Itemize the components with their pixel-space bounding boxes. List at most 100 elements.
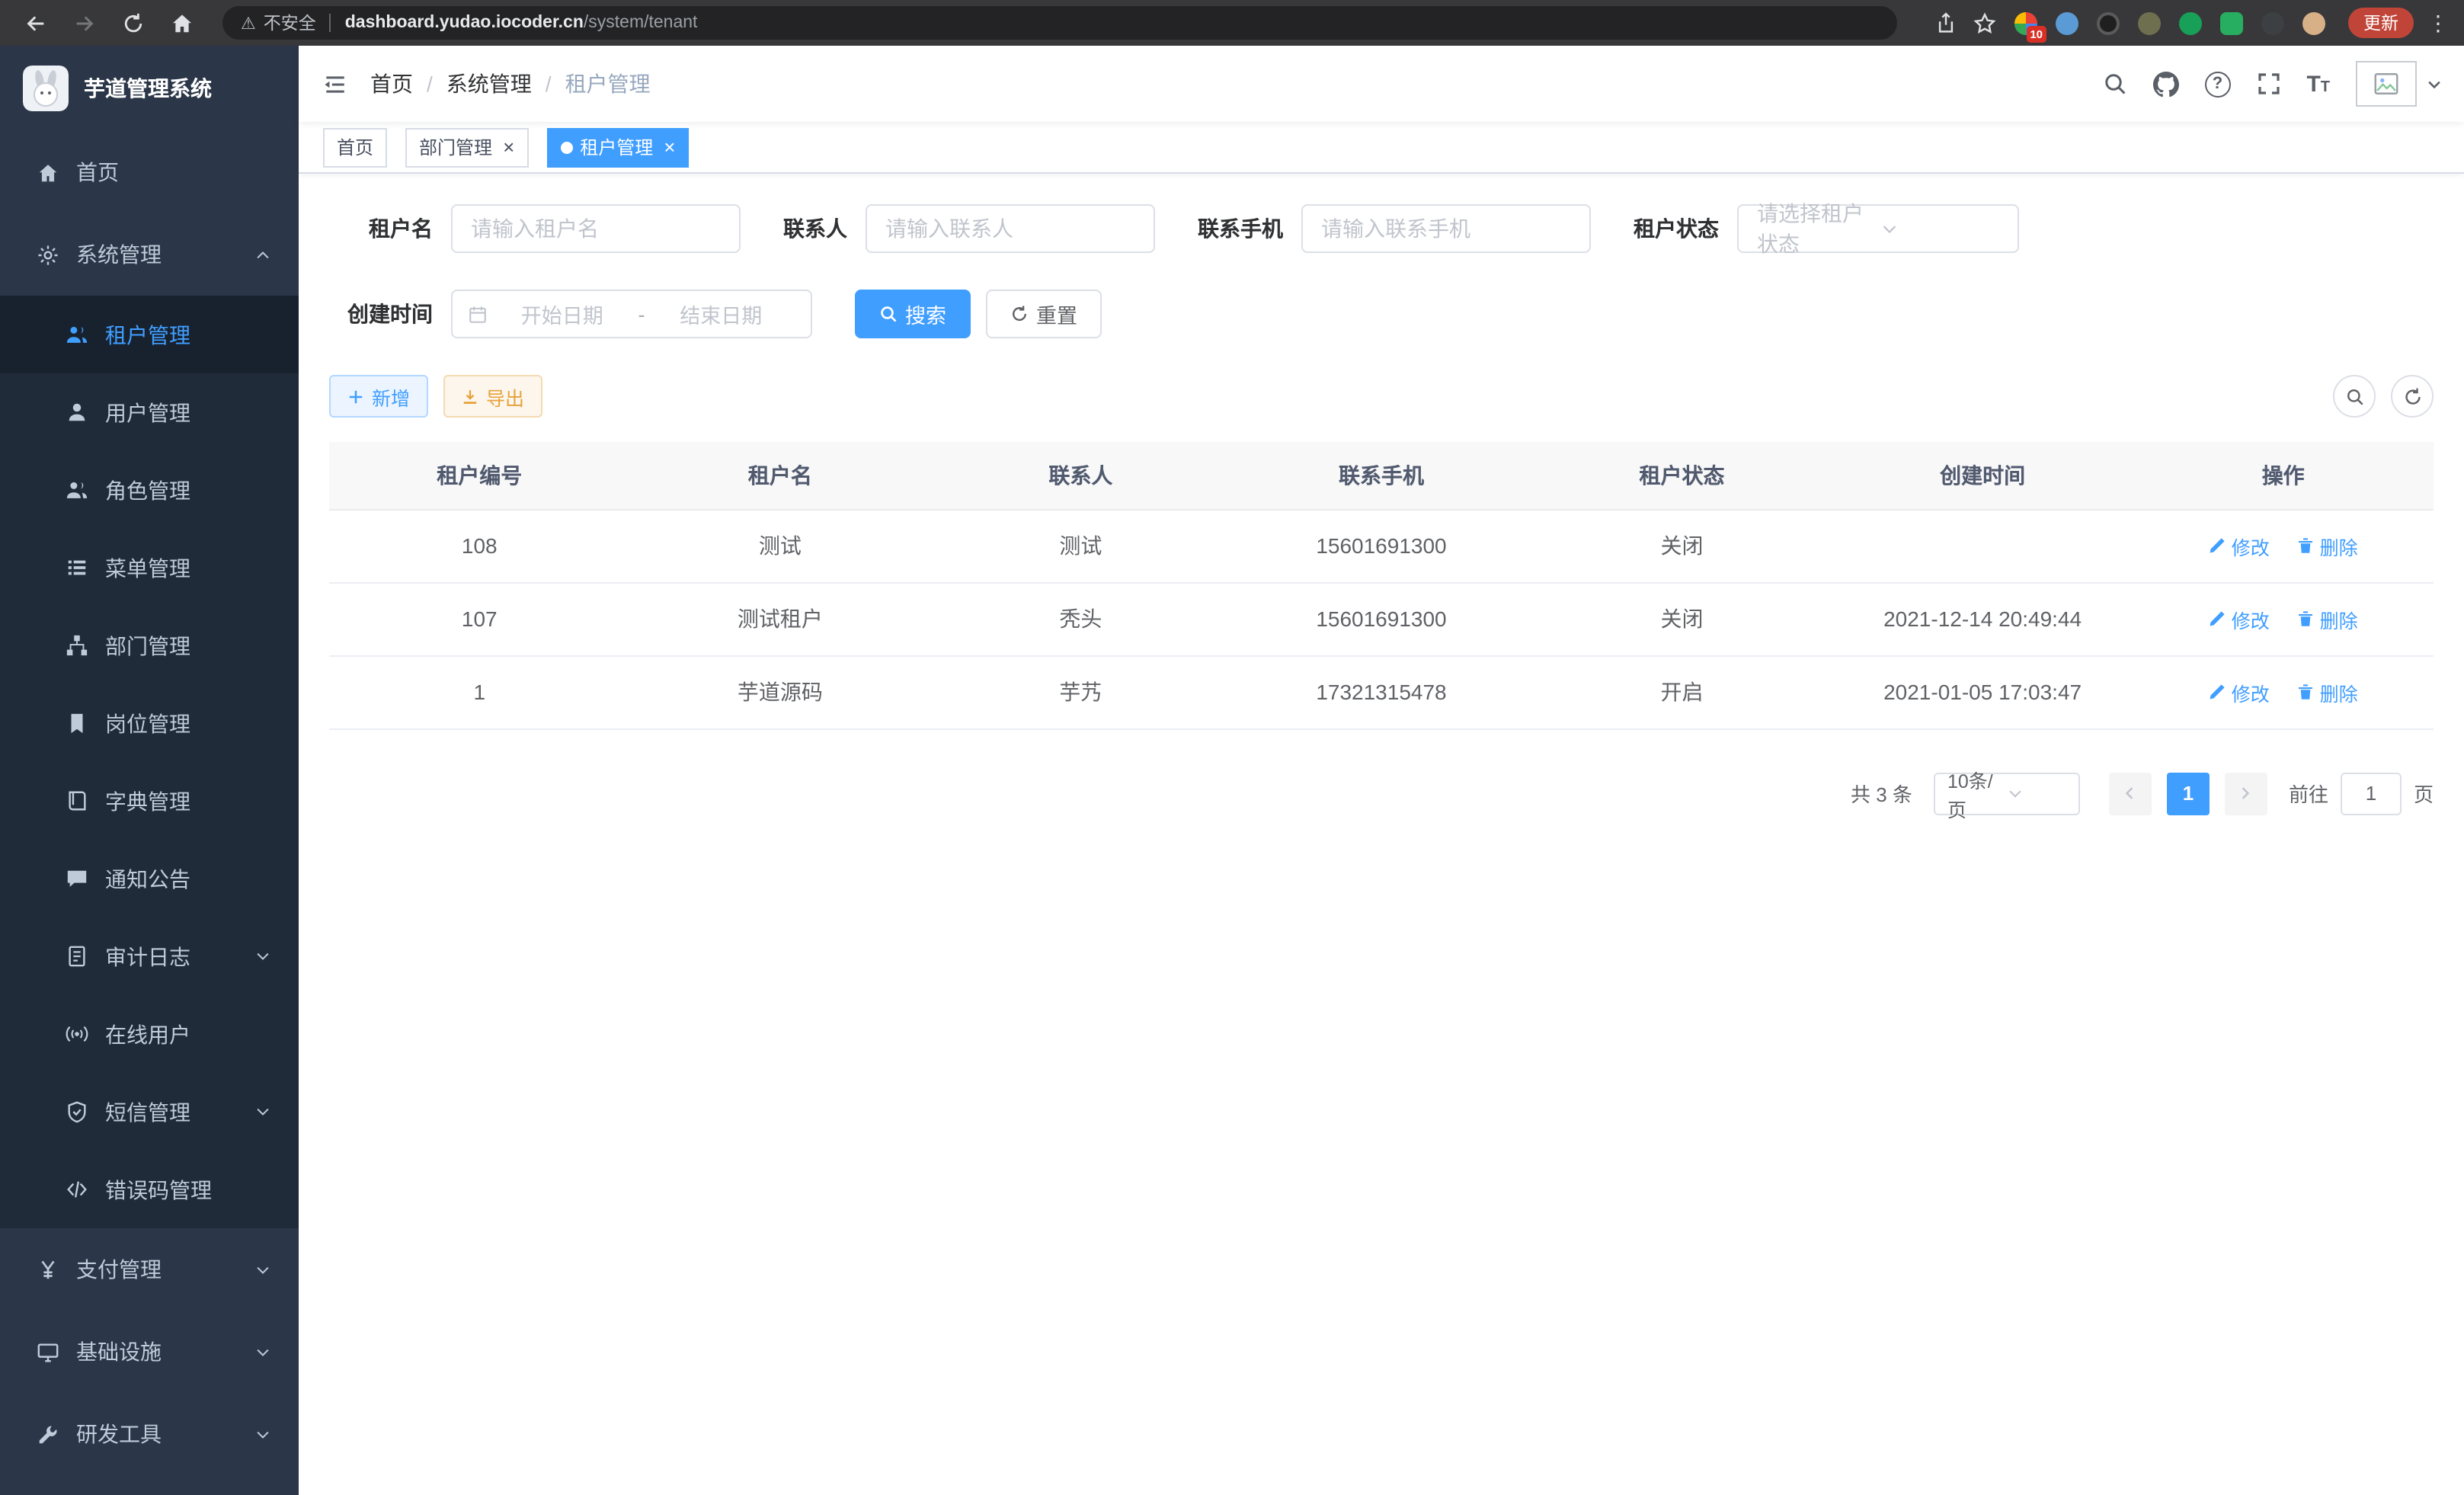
next-page-button[interactable] xyxy=(2225,772,2267,815)
sidebar-item-home[interactable]: 首页 xyxy=(0,131,299,213)
cell-status: 开启 xyxy=(1531,655,1832,728)
sidebar-item-sms[interactable]: 短信管理 xyxy=(0,1073,299,1151)
prev-page-button[interactable] xyxy=(2109,772,2152,815)
url-domain: dashboard.yudao.iocoder.cn xyxy=(345,14,584,32)
cell-tenant-id: 1 xyxy=(329,655,630,728)
extension-icon-2[interactable] xyxy=(2056,11,2078,34)
tag-home[interactable]: 首页 xyxy=(323,127,387,167)
page-size-select[interactable]: 10条/页 xyxy=(1934,772,2080,815)
browser-update-button[interactable]: 更新 xyxy=(2348,8,2414,38)
pagination: 共 3 条 10条/页 1 前往 页 xyxy=(329,772,2434,815)
sidebar-item-menu[interactable]: 菜单管理 xyxy=(0,529,299,607)
sidebar-item-label: 在线用户 xyxy=(105,1019,190,1049)
breadcrumb-separator: / xyxy=(546,72,552,96)
sidebar-item-post[interactable]: 岗位管理 xyxy=(0,684,299,762)
extension-icon-5[interactable] xyxy=(2179,11,2202,34)
sidebar-item-label: 角色管理 xyxy=(105,475,190,505)
sidebar-submenu-devtools[interactable]: 研发工具 xyxy=(0,1393,299,1475)
security-label: 不安全 xyxy=(264,11,316,35)
browser-forward-icon[interactable] xyxy=(64,3,104,43)
sidebar-item-user[interactable]: 用户管理 xyxy=(0,373,299,451)
sidebar-item-label: 租户管理 xyxy=(105,319,190,350)
tag-tenant[interactable]: 租户管理 × xyxy=(546,127,689,167)
address-divider xyxy=(330,14,331,32)
navbar-right: ? TT xyxy=(2076,61,2464,107)
delete-link[interactable]: 删除 xyxy=(2297,677,2358,706)
fullscreen-icon[interactable] xyxy=(2256,72,2280,96)
browser-menu-icon[interactable]: ⋮ xyxy=(2427,10,2449,36)
sidebar-item-error-code[interactable]: 错误码管理 xyxy=(0,1151,299,1228)
extension-icon-3[interactable] xyxy=(2097,11,2120,34)
delete-link[interactable]: 删除 xyxy=(2297,531,2358,560)
export-button[interactable]: 导出 xyxy=(443,375,542,418)
delete-link[interactable]: 删除 xyxy=(2297,604,2358,633)
breadcrumb-system[interactable]: 系统管理 xyxy=(446,69,532,99)
toggle-search-button[interactable] xyxy=(2333,375,2376,418)
contact-input[interactable] xyxy=(866,204,1155,253)
close-icon[interactable]: × xyxy=(503,137,514,157)
tenant-status-select[interactable]: 请选择租户状态 xyxy=(1737,204,2019,253)
github-icon[interactable] xyxy=(2152,71,2178,97)
page-1-button[interactable]: 1 xyxy=(2167,772,2210,815)
reset-button[interactable]: 重置 xyxy=(986,290,1102,338)
avatar[interactable] xyxy=(2356,61,2417,107)
table-row: 108 测试 测试 15601691300 关闭 修改 删除 xyxy=(329,509,2434,582)
extension-icon-4[interactable] xyxy=(2138,11,2161,34)
date-range-picker[interactable]: 开始日期 - 结束日期 xyxy=(451,290,812,338)
sidebar-submenu-payment[interactable]: 支付管理 xyxy=(0,1228,299,1311)
download-icon xyxy=(462,388,478,405)
trash-icon xyxy=(2297,536,2315,555)
date-separator: - xyxy=(637,303,647,325)
sidebar-submenu-infra[interactable]: 基础设施 xyxy=(0,1311,299,1393)
phone-input[interactable] xyxy=(1301,204,1591,253)
extension-icon-6[interactable] xyxy=(2220,11,2243,34)
tenant-name-input[interactable] xyxy=(451,204,741,253)
goto-page-input[interactable] xyxy=(2341,772,2402,815)
sidebar-menu: 首页 系统管理 租户管理 用户管理 xyxy=(0,131,299,1475)
add-button[interactable]: 新增 xyxy=(329,375,428,418)
extension-icon-1[interactable]: 10 xyxy=(2014,11,2037,34)
goto-label: 前往 xyxy=(2289,779,2328,808)
extension-icon-7[interactable] xyxy=(2261,11,2284,34)
address-bar[interactable]: ⚠ 不安全 dashboard.yudao.iocoder.cn/system/… xyxy=(222,6,1897,40)
tenant-table: 租户编号 租户名 联系人 联系手机 租户状态 创建时间 操作 108 测试 xyxy=(329,442,2434,729)
help-icon[interactable]: ? xyxy=(2204,71,2230,97)
edit-link[interactable]: 修改 xyxy=(2209,531,2270,560)
logo[interactable]: 芋道管理系统 xyxy=(0,46,299,131)
sidebar-item-dept[interactable]: 部门管理 xyxy=(0,607,299,684)
bookmark-star-icon[interactable] xyxy=(1973,11,1996,34)
sidebar-item-role[interactable]: 角色管理 xyxy=(0,451,299,529)
chevron-down-icon xyxy=(254,1261,271,1278)
breadcrumb-home[interactable]: 首页 xyxy=(370,69,413,99)
extension-icon-8[interactable] xyxy=(2302,11,2325,34)
sidebar: 芋道管理系统 首页 系统管理 租户管理 xyxy=(0,46,299,1495)
online-users-icon xyxy=(66,1023,88,1045)
cell-created xyxy=(1832,509,2133,582)
sidebar-item-audit-log[interactable]: 审计日志 xyxy=(0,917,299,995)
browser-home-icon[interactable] xyxy=(162,3,201,43)
sidebar-item-online-user[interactable]: 在线用户 xyxy=(0,995,299,1073)
sidebar-toggle-icon[interactable] xyxy=(299,71,370,97)
search-button[interactable]: 搜索 xyxy=(855,290,971,338)
edit-link[interactable]: 修改 xyxy=(2209,677,2270,706)
refresh-table-button[interactable] xyxy=(2391,375,2434,418)
sidebar-item-tenant[interactable]: 租户管理 xyxy=(0,296,299,373)
search-icon[interactable] xyxy=(2102,72,2126,96)
app-main: 租户名 联系人 联系手机 租户状态 请选择租户状态 xyxy=(299,174,2464,1495)
sidebar-item-dict[interactable]: 字典管理 xyxy=(0,762,299,840)
sidebar-submenu-system[interactable]: 系统管理 xyxy=(0,213,299,296)
home-icon xyxy=(37,161,59,184)
sidebar-item-label: 部门管理 xyxy=(105,630,190,661)
browser-back-icon[interactable] xyxy=(15,3,55,43)
close-icon[interactable]: × xyxy=(664,137,675,157)
browser-reload-icon[interactable] xyxy=(113,3,152,43)
chevron-down-icon xyxy=(254,1343,271,1360)
tag-dept[interactable]: 部门管理 × xyxy=(405,127,528,167)
edit-link[interactable]: 修改 xyxy=(2209,604,2270,633)
font-size-icon[interactable]: TT xyxy=(2306,72,2330,95)
avatar-caret-icon[interactable] xyxy=(2426,75,2443,92)
sidebar-item-notice[interactable]: 通知公告 xyxy=(0,840,299,917)
share-icon[interactable] xyxy=(1935,12,1957,34)
plus-icon xyxy=(347,388,364,405)
filter-row-1: 租户名 联系人 联系手机 租户状态 请选择租户状态 xyxy=(329,204,2434,253)
